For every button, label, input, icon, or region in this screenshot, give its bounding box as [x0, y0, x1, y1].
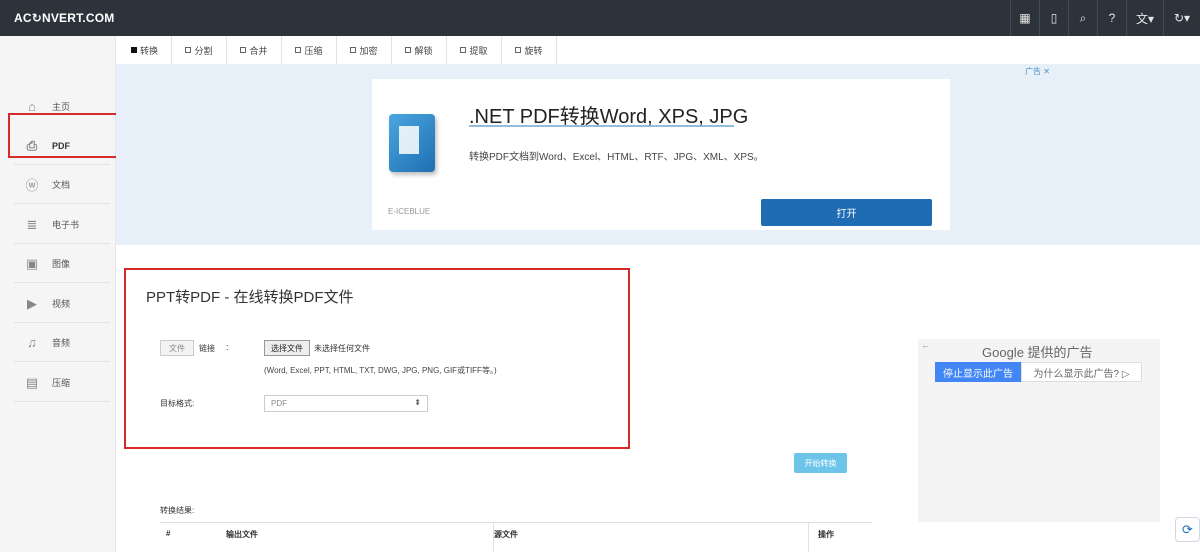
product-box-image	[389, 114, 435, 172]
mobile-icon[interactable]: ▯	[1039, 0, 1068, 36]
ad-choices-mark[interactable]: 广告 ✕	[1025, 66, 1050, 77]
sidebar-item-archive[interactable]: ▤ 压缩	[14, 364, 110, 402]
sidebar-item-audio[interactable]: ♫ 音频	[14, 324, 110, 362]
tab-label: 解锁	[414, 45, 433, 56]
tab-extract[interactable]: 提取	[447, 36, 502, 64]
page-title: PPT转PDF - 在线转换PDF文件	[146, 289, 354, 306]
column-header: #	[166, 529, 171, 538]
sidebar-item-video[interactable]: ▶ 视频	[14, 285, 110, 323]
sidebar-item-label: 压缩	[52, 378, 71, 388]
top-icon-group: ▦ ▯ ⌕ ? 文▾ ↻▾	[1010, 0, 1200, 36]
google-ad-panel: ← Google 提供的广告 停止显示此广告 为什么显示此广告? ▷	[918, 339, 1160, 522]
ad-title-underline	[469, 125, 734, 127]
checkbox-icon	[405, 47, 412, 53]
tab-encrypt[interactable]: 加密	[337, 36, 392, 64]
checkbox-icon	[130, 47, 137, 53]
file-tab-button[interactable]: 文件	[160, 340, 194, 356]
ad-open-button[interactable]: 打开	[761, 199, 932, 226]
link-tab-button[interactable]: 链接	[199, 343, 215, 354]
tab-split[interactable]: 分割	[172, 36, 227, 64]
ad-description: 转换PDF文档到Word、Excel、HTML、RTF、JPG、XML、XPS。	[469, 152, 764, 163]
tab-merge[interactable]: 合并	[227, 36, 282, 64]
tab-label: 转换	[139, 45, 158, 56]
floating-refresh-icon[interactable]: ⟳	[1175, 517, 1200, 542]
tab-label: 压缩	[304, 45, 323, 56]
tab-unlock[interactable]: 解锁	[392, 36, 447, 64]
sidebar-item-ebook[interactable]: ≣ 电子书	[14, 206, 110, 244]
start-convert-button[interactable]: 开始转换	[794, 453, 847, 473]
checkbox-icon	[460, 47, 467, 53]
column-header: 输出文件	[226, 530, 258, 539]
sidebar-item-label: 主页	[52, 101, 71, 112]
language-icon[interactable]: 文▾	[1126, 0, 1163, 36]
ad-banner: 广告 ✕ .NET PDF转换Word, XPS, JPG 转换PDF文档到Wo…	[116, 64, 1200, 245]
sidebar-item-image[interactable]: ▣ 图像	[14, 245, 110, 283]
ebook-file-icon: ≣	[26, 216, 38, 232]
top-navbar: AC↻NVERT.COM ▦ ▯ ⌕ ? 文▾ ↻▾	[0, 0, 1200, 36]
supported-formats-text: (Word, Excel, PPT, HTML, TXT, DWG, JPG, …	[264, 366, 497, 375]
ad-card[interactable]: .NET PDF转换Word, XPS, JPG 转换PDF文档到Word、Ex…	[372, 79, 950, 230]
checkbox-icon	[350, 47, 357, 53]
target-format-select[interactable]: PDF ⬍	[264, 395, 428, 412]
column-divider	[808, 523, 809, 552]
select-arrows-icon: ⬍	[414, 398, 421, 407]
file-status-text: 未选择任何文件	[314, 344, 370, 353]
google-ad-title: Google 提供的广告	[982, 345, 1093, 360]
stop-ad-button[interactable]: 停止显示此广告	[935, 362, 1021, 382]
sidebar-item-label: 视频	[52, 299, 71, 309]
image-file-icon: ▣	[25, 255, 39, 271]
search-icon[interactable]: ⌕	[1068, 0, 1097, 36]
choose-file-button[interactable]: 选择文件	[264, 340, 310, 356]
sidebar-item-document[interactable]: ⓦ 文档	[14, 166, 110, 204]
help-icon[interactable]: ?	[1097, 0, 1126, 36]
target-format-value: PDF	[271, 399, 287, 408]
column-header: 源文件	[494, 530, 518, 539]
word-file-icon: ⓦ	[25, 178, 39, 193]
result-label: 转换结果:	[160, 506, 195, 515]
target-format-label: 目标格式:	[160, 399, 195, 408]
why-ad-button[interactable]: 为什么显示此广告? ▷	[1021, 362, 1142, 382]
tab-label: 合并	[249, 45, 268, 56]
audio-file-icon: ♫	[27, 335, 37, 350]
tab-label: 加密	[359, 45, 378, 56]
column-header: 操作	[818, 530, 834, 539]
result-table-header: # 输出文件 源文件 操作	[160, 522, 872, 552]
archive-file-icon: ▤	[25, 374, 39, 390]
tab-label: 提取	[469, 45, 488, 56]
checkbox-icon	[185, 47, 192, 53]
field-colon: :	[226, 342, 229, 352]
sidebar-item-label: 音频	[52, 338, 71, 348]
tab-label: 旋转	[524, 45, 543, 56]
tool-tabs: 转换 分割 合并 压缩 加密 解锁 提取 旋转	[118, 36, 557, 64]
grid-icon[interactable]: ▦	[1010, 0, 1039, 36]
checkbox-icon	[240, 47, 247, 53]
checkbox-icon	[515, 47, 522, 53]
refresh-icon[interactable]: ↻▾	[1163, 0, 1200, 36]
back-arrow-icon[interactable]: ←	[921, 340, 930, 350]
home-icon: ⌂	[28, 98, 36, 114]
site-logo[interactable]: AC↻NVERT.COM	[14, 11, 114, 25]
sidebar-item-label: 图像	[52, 259, 71, 269]
tab-convert[interactable]: 转换	[118, 36, 172, 64]
ad-brand: E-ICEBLUE	[388, 207, 431, 216]
tab-rotate[interactable]: 旋转	[502, 36, 557, 64]
tab-compress[interactable]: 压缩	[282, 36, 337, 64]
tab-label: 分割	[194, 45, 213, 56]
video-file-icon: ▶	[27, 295, 37, 311]
pdf-highlight-box	[8, 113, 126, 158]
checkbox-icon	[295, 47, 302, 53]
sidebar-item-label: 文档	[52, 180, 71, 190]
sidebar-item-label: 电子书	[52, 220, 80, 230]
